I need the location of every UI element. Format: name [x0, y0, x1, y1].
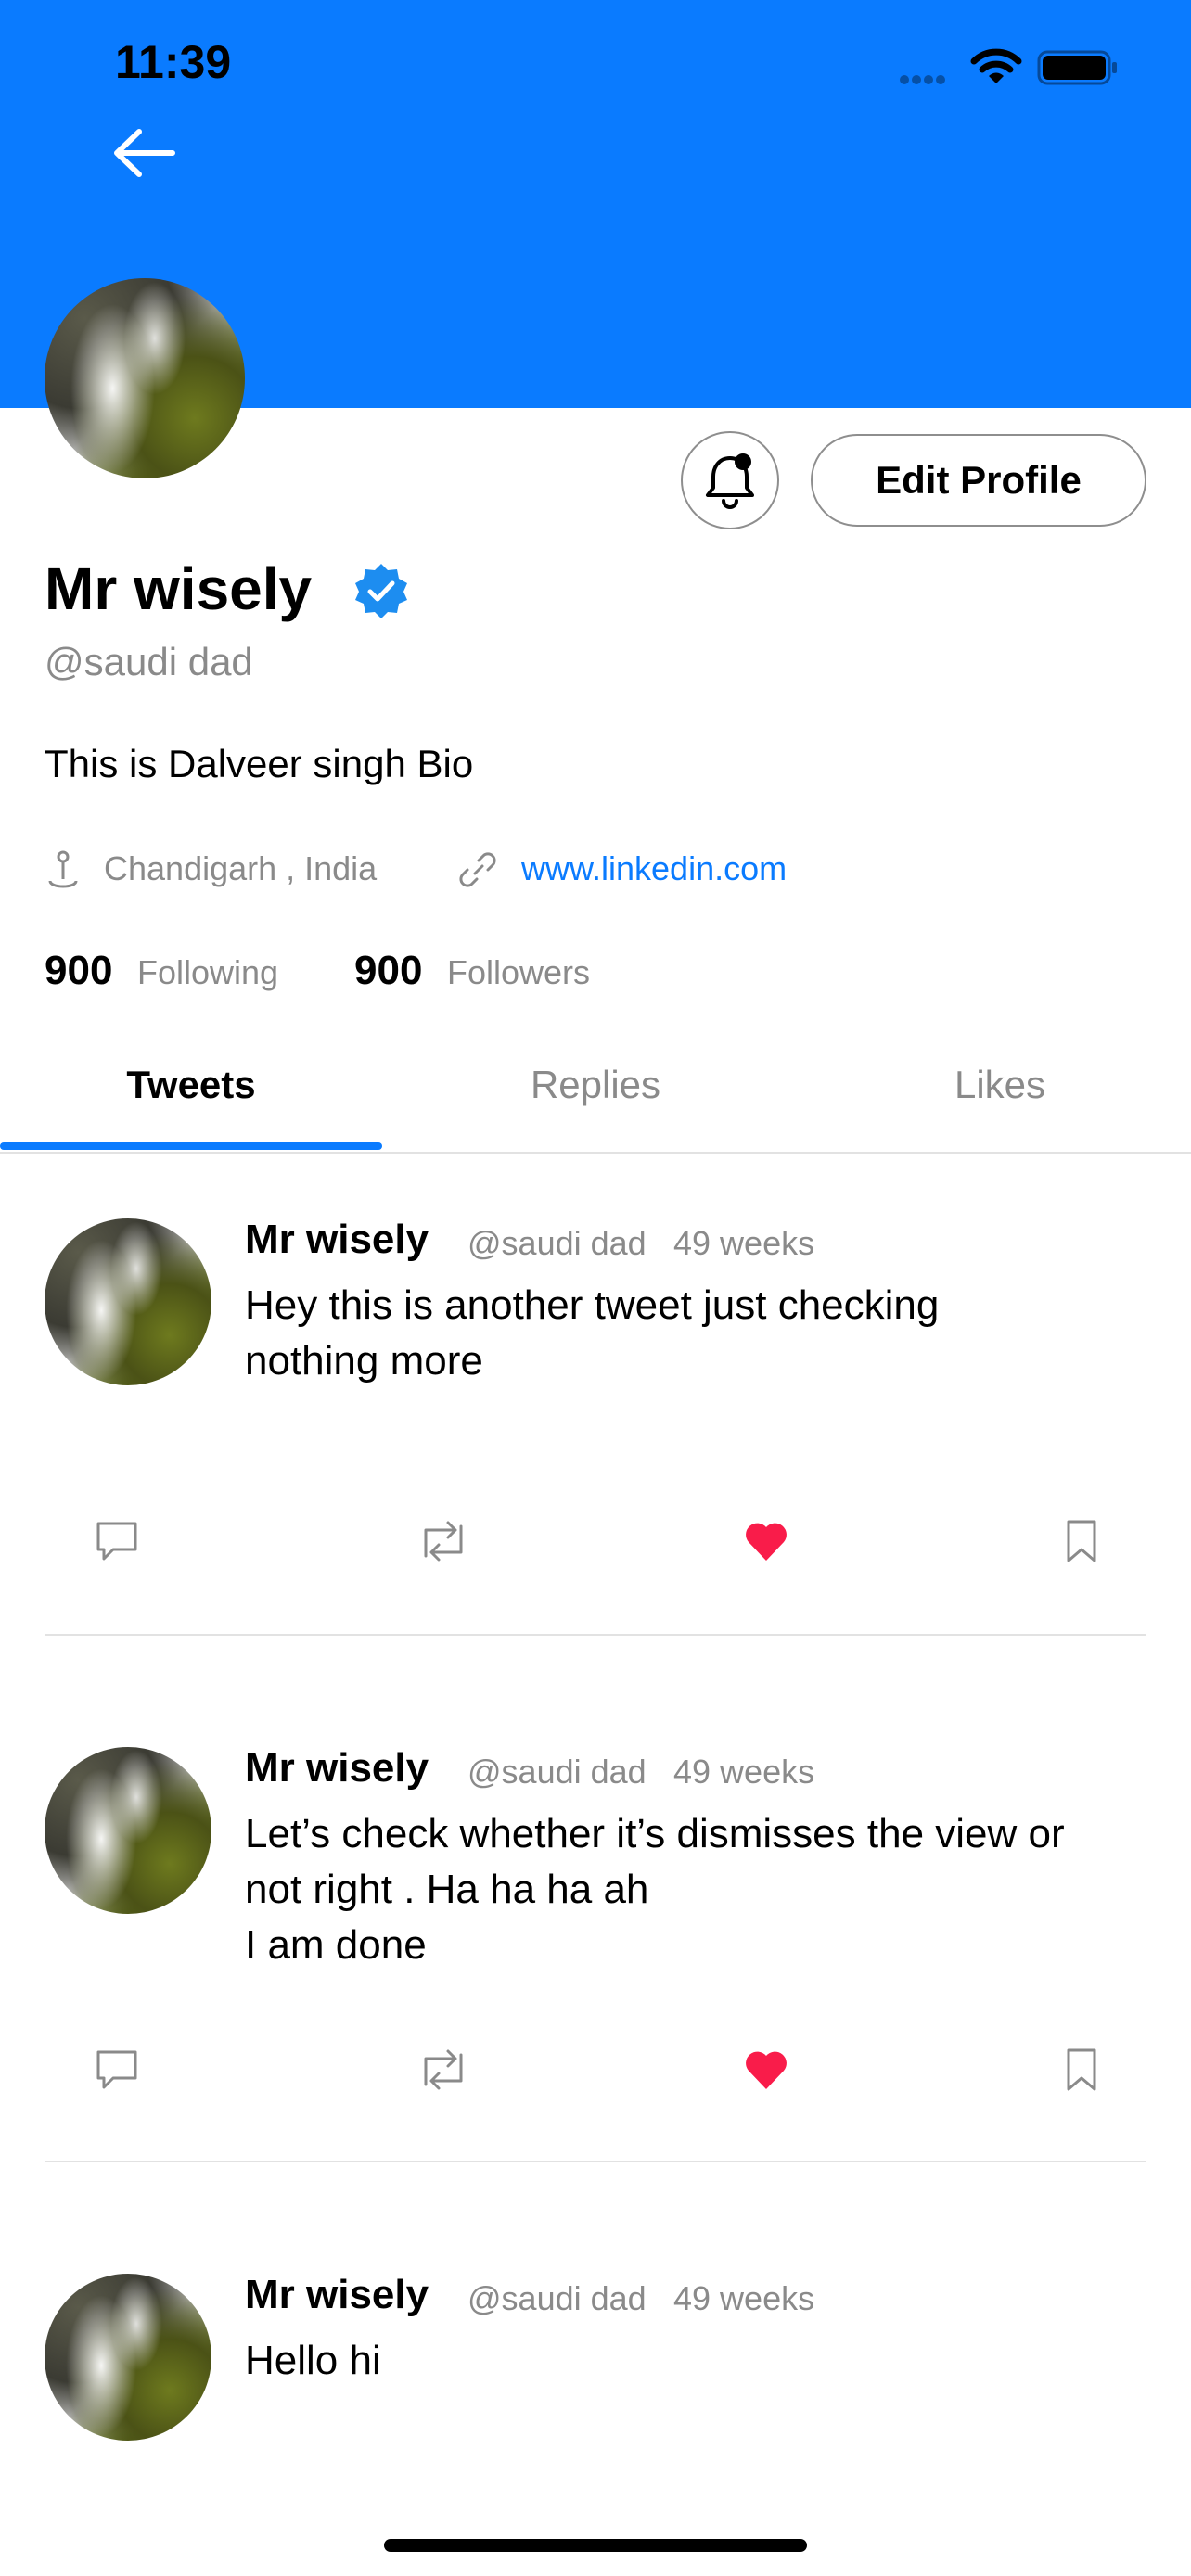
retweet-icon — [424, 2049, 463, 2090]
link-icon — [459, 852, 496, 887]
reply-button[interactable] — [89, 1513, 145, 1569]
tweet-avatar[interactable] — [45, 1218, 211, 1385]
retweet-icon — [424, 1521, 463, 1562]
comment-icon — [96, 1522, 137, 1561]
tweet-text: Let’s check whether it’s dismisses the v… — [245, 1811, 1065, 1968]
like-button[interactable] — [738, 2042, 794, 2098]
edit-profile-button[interactable]: Edit Profile — [811, 434, 1146, 527]
profile-avatar[interactable] — [45, 278, 245, 478]
wifi-icon — [970, 48, 1022, 83]
profile-handle: @saudi dad — [45, 640, 253, 683]
like-button[interactable] — [738, 1513, 794, 1569]
tab-tweets[interactable]: Tweets — [52, 1063, 330, 1107]
tweet-timestamp: 49 weeks — [673, 1753, 815, 1791]
location-pin-icon — [48, 850, 78, 888]
profile-location: Chandigarh , India — [104, 849, 378, 887]
tweet-avatar[interactable] — [45, 1747, 211, 1914]
tweet-divider — [45, 1634, 1146, 1636]
tweet-avatar[interactable] — [45, 2274, 211, 2441]
bookmark-button[interactable] — [1054, 1513, 1109, 1569]
battery-icon — [1037, 50, 1117, 85]
bookmark-icon — [1067, 1520, 1096, 1562]
tweet-handle: @saudi dad — [467, 1224, 647, 1262]
comment-icon — [96, 2050, 137, 2089]
bell-icon — [706, 453, 754, 509]
tweet-author-name: Mr wisely — [245, 1217, 429, 1262]
tweet-author-name: Mr wisely — [245, 1745, 429, 1791]
tweet-text: Hello hi — [245, 2338, 381, 2383]
tweet-handle: @saudi dad — [467, 2279, 647, 2317]
tweet-author-name: Mr wisely — [245, 2272, 429, 2317]
profile-bio: This is Dalveer singh Bio — [45, 742, 474, 785]
heart-filled-icon — [746, 2051, 787, 2089]
home-indicator — [384, 2539, 807, 2552]
bookmark-button[interactable] — [1054, 2042, 1109, 2098]
status-time: 11:39 — [115, 36, 232, 88]
followers-count[interactable]: 900 — [354, 948, 422, 994]
tweet-text: Hey this is another tweet just checking … — [245, 1282, 940, 1384]
tabs-divider — [0, 1152, 1191, 1154]
tweet-divider — [45, 2161, 1146, 2162]
followers-label[interactable]: Followers — [447, 953, 590, 992]
following-count[interactable]: 900 — [45, 948, 112, 994]
active-tab-indicator — [0, 1142, 382, 1150]
profile-display-name: Mr wisely — [45, 555, 313, 622]
profile-website-link[interactable]: www.linkedin.com — [521, 849, 787, 888]
heart-filled-icon — [746, 1523, 787, 1561]
retweet-button[interactable] — [416, 1513, 471, 1569]
tweet-handle: @saudi dad — [467, 1753, 647, 1791]
verified-badge-icon — [355, 564, 407, 618]
tweet-timestamp: 49 weeks — [673, 2279, 815, 2317]
tab-likes[interactable]: Likes — [861, 1063, 1139, 1107]
tweet-timestamp: 49 weeks — [673, 1224, 815, 1262]
bookmark-icon — [1067, 2048, 1096, 2091]
notification-bell-button[interactable] — [681, 431, 779, 529]
back-arrow-icon[interactable] — [111, 128, 176, 178]
retweet-button[interactable] — [416, 2042, 471, 2098]
reply-button[interactable] — [89, 2042, 145, 2098]
tab-replies[interactable]: Replies — [456, 1063, 735, 1107]
following-label[interactable]: Following — [137, 953, 278, 992]
signal-icon — [900, 72, 957, 84]
